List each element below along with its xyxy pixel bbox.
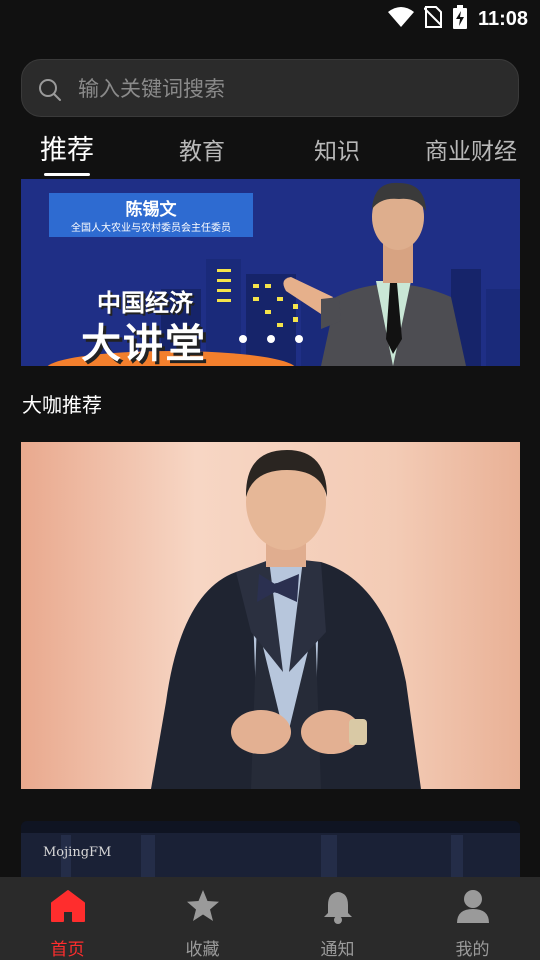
nav-favorites[interactable]: 收藏 <box>135 877 270 960</box>
search-icon <box>38 78 62 106</box>
card-brand-label: MojingFM <box>43 845 112 860</box>
wifi-icon <box>387 6 414 32</box>
nav-notifications[interactable]: 通知 <box>270 877 405 960</box>
tab-recommend[interactable]: 推荐 <box>40 128 94 167</box>
featured-banner[interactable]: 陈锡文 全国人大农业与农村委员会主任委员 中国经济 大讲堂 <box>21 179 520 366</box>
search-input[interactable] <box>76 70 500 108</box>
status-time: 11:08 <box>477 7 528 30</box>
featured-expert-card[interactable] <box>21 442 520 789</box>
status-icons: 11:08 <box>387 5 528 33</box>
tab-business-finance[interactable]: 商业财经 <box>425 132 517 166</box>
star-icon <box>185 889 221 927</box>
home-icon <box>50 889 86 927</box>
no-sim-icon <box>423 6 443 32</box>
expert-portrait <box>21 442 520 789</box>
category-tabs: 推荐 教育 知识 商业财经 <box>0 124 540 180</box>
section-title: 大咖推荐 <box>22 393 102 417</box>
nav-profile-label: 我的 <box>455 940 490 960</box>
bottom-navigation: 首页 收藏 通知 我的 <box>0 877 540 960</box>
tab-knowledge[interactable]: 知识 <box>314 132 360 166</box>
search-bar[interactable] <box>21 59 519 117</box>
nav-home-label: 首页 <box>50 940 85 960</box>
speaker-caption: 陈锡文 全国人大农业与农村委员会主任委员 <box>49 193 253 237</box>
person-icon <box>455 889 491 927</box>
speaker-title: 全国人大农业与农村委员会主任委员 <box>71 223 231 234</box>
nav-notifications-label: 通知 <box>320 940 355 960</box>
app-screen: 11:08 推荐 教育 知识 商业财经 <box>0 0 540 960</box>
battery-charging-icon <box>452 5 468 33</box>
nav-profile[interactable]: 我的 <box>405 877 540 960</box>
nav-home[interactable]: 首页 <box>0 877 135 960</box>
speaker-name: 陈锡文 <box>125 200 177 220</box>
tab-education[interactable]: 教育 <box>179 132 225 166</box>
tab-active-indicator <box>44 173 90 176</box>
status-bar: 11:08 <box>0 0 540 36</box>
program-title-line2: 大讲堂 <box>81 321 207 366</box>
nav-favorites-label: 收藏 <box>185 940 220 960</box>
bell-icon <box>320 889 356 929</box>
